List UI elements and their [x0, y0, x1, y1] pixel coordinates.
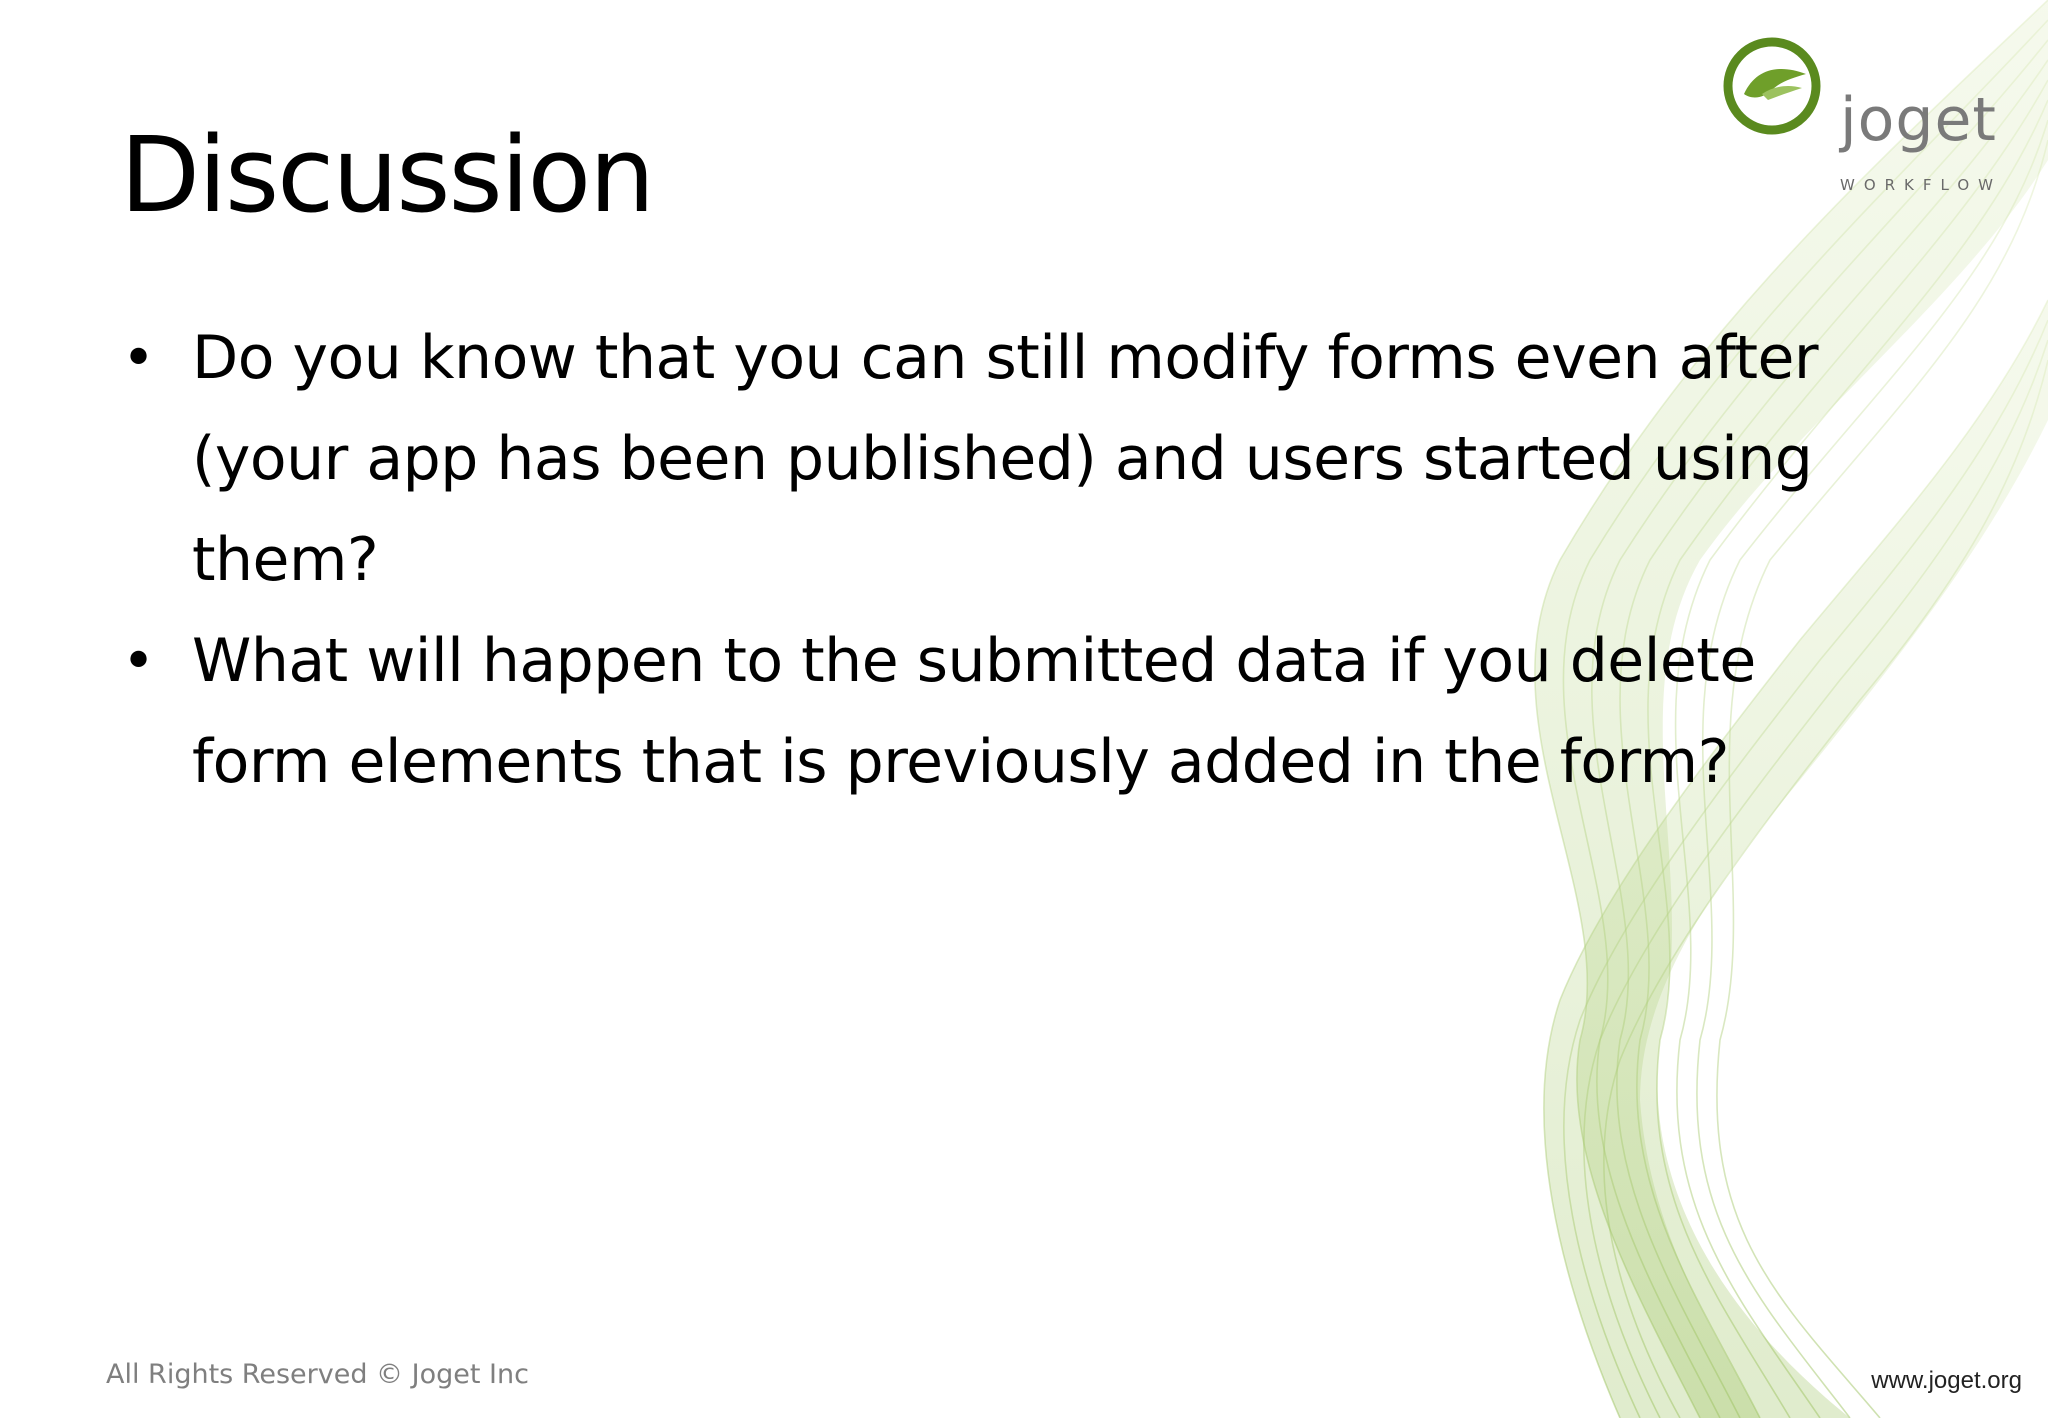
website-url: www.joget.org	[1871, 1367, 2022, 1394]
bullet-point-icon: •	[122, 629, 155, 694]
logo-wordmark: joget	[1840, 85, 1997, 155]
joget-leaf-logo-icon	[1723, 37, 1821, 135]
bullet-text: Do you know that you can still modify fo…	[192, 323, 1819, 595]
bullet-item: • What will happen to the submitted data…	[118, 611, 1878, 813]
slide: joget WORKFLOW Discussion • Do you know …	[0, 0, 2048, 1418]
copyright-footer: All Rights Reserved © Joget Inc	[106, 1359, 529, 1390]
bullet-item: • Do you know that you can still modify …	[118, 308, 1878, 611]
bullet-list: • Do you know that you can still modify …	[118, 308, 1878, 813]
logo-tagline: WORKFLOW	[1840, 176, 2002, 194]
joget-logo: joget WORKFLOW	[1722, 34, 2022, 204]
bullet-text: What will happen to the submitted data i…	[192, 626, 1756, 797]
bullet-point-icon: •	[122, 326, 155, 391]
slide-title: Discussion	[120, 114, 655, 236]
